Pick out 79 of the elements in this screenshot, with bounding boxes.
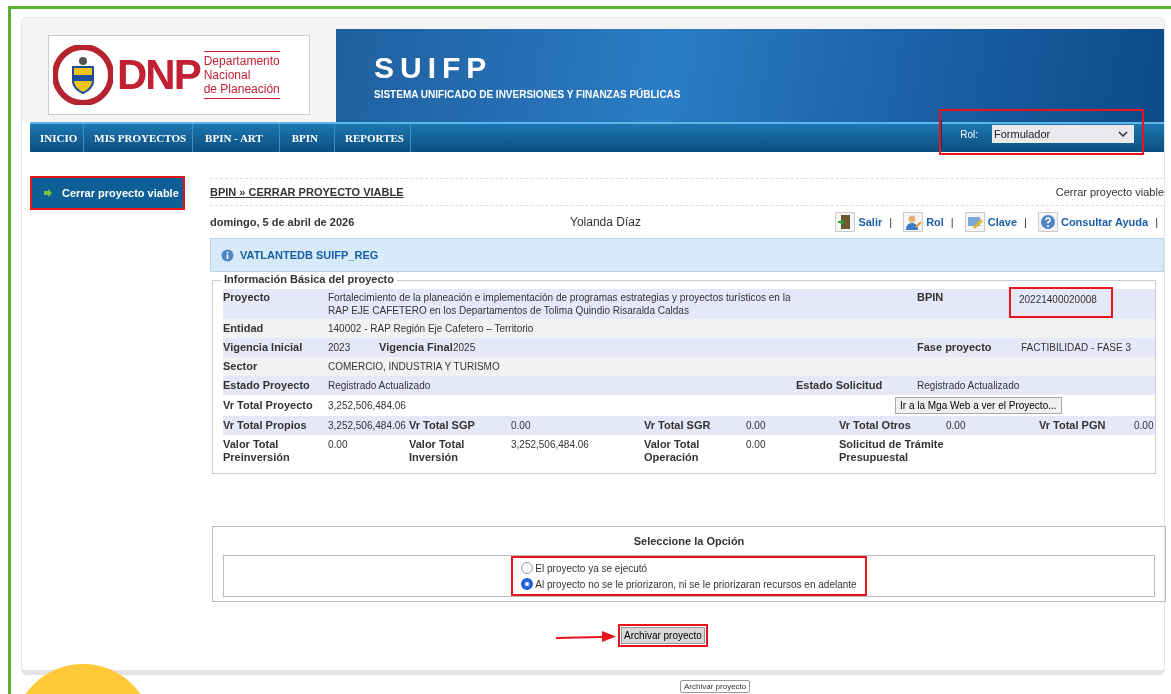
- options-title: Seleccione la Opción: [632, 535, 746, 547]
- field-value: Registrado Actualizado: [328, 379, 432, 392]
- field-value: 2023: [328, 341, 352, 354]
- field-value: FACTIBILIDAD - FASE 3: [1021, 341, 1133, 354]
- role-label: Rol:: [960, 128, 978, 140]
- field-label: Estado Solicitud: [796, 379, 884, 392]
- info-icon: [221, 248, 234, 262]
- field-label: Vr Total Otros: [839, 419, 912, 432]
- field-value: 3,252,506,484.06: [328, 399, 407, 412]
- separator-text: |: [1024, 216, 1027, 228]
- field-label: Valor Total Operación: [644, 438, 701, 464]
- field-value: COMERCIO, INDUSTRIA Y TURISMO: [328, 360, 501, 373]
- field-value: 2025: [453, 341, 477, 354]
- panel-legend: Información Básica del proyecto: [221, 273, 397, 285]
- field-label: Solicitud de Trámite Presupuestal: [839, 438, 945, 464]
- mga-button[interactable]: Ir a la Mga Web a ver el Proyecto...: [895, 397, 1062, 414]
- separator-text: |: [889, 216, 893, 228]
- archive-button[interactable]: Archivar proyecto: [621, 627, 705, 644]
- field-label: Vr Total SGP: [409, 419, 476, 432]
- breadcrumb-link[interactable]: BPIN » CERRAR PROYECTO VIABLE: [210, 186, 404, 198]
- field-label: Entidad: [223, 322, 265, 335]
- field-label: Valor Total Preinversión: [223, 438, 291, 464]
- date-text: domingo, 5 de abril de 2026: [210, 216, 356, 228]
- header-link[interactable]: Salir: [835, 212, 883, 232]
- field-value: 3,252,506,484.06: [511, 438, 590, 451]
- field-value: 140002 - RAP Región Eje Cafetero – Territorio: [328, 322, 535, 335]
- caret-icon: [1118, 131, 1128, 137]
- nav-link[interactable]: BPIN - ART: [193, 124, 280, 152]
- field-label: Valor Total Inversión: [409, 438, 466, 464]
- field-label: Vigencia Final: [379, 341, 453, 354]
- field-label: Sector: [223, 360, 259, 373]
- help-icon: [1037, 212, 1058, 232]
- banner-title: SUIFP: [374, 51, 494, 85]
- arrow-icon: [44, 189, 52, 197]
- nav-link[interactable]: MIS PROYECTOS: [84, 124, 194, 152]
- nav-link[interactable]: REPORTES: [335, 124, 411, 152]
- radio-button[interactable]: [521, 578, 534, 590]
- door-icon: [835, 212, 856, 232]
- field-value: 0.00: [746, 438, 767, 451]
- page-title: Cerrar proyecto viable: [1055, 186, 1164, 198]
- banner-subtitle: SISTEMA UNIFICADO DE INVERSIONES Y FINANZAS PÚBLICAS: [374, 89, 682, 100]
- field-label: Vr Total PGN: [1039, 419, 1107, 432]
- info-banner: VATLANTEDB SUIFP_REG: [210, 238, 1164, 272]
- logo-name: Departamento Nacional de Planeación: [203, 51, 280, 99]
- field-value: 0.00: [511, 419, 532, 432]
- field-value: 0.00: [328, 438, 349, 451]
- field-label: BPIN: [917, 291, 945, 304]
- option-label[interactable]: El proyecto ya se ejecutó: [535, 562, 648, 574]
- field-label: Proyecto: [223, 291, 272, 304]
- header-link[interactable]: Clave: [964, 212, 1018, 232]
- field-label: Vigencia Inicial: [223, 341, 304, 354]
- nav-link[interactable]: INICIO: [30, 124, 85, 152]
- person-icon: [903, 212, 924, 232]
- field-label: Vr Total Propios: [223, 419, 308, 432]
- option-label[interactable]: Al proyecto no se le priorizaron, ni se le priorizaran recursos en adelante: [535, 578, 857, 590]
- role-select[interactable]: Formulador: [992, 125, 1134, 143]
- field-label: Vr Total SGR: [644, 419, 712, 432]
- tooltip: Archivar proyecto: [680, 680, 751, 693]
- user-name: Yolanda Díaz: [570, 215, 642, 229]
- field-value: 20221400020008: [1019, 293, 1095, 306]
- nav-link[interactable]: BPIN: [279, 124, 336, 152]
- field-value: Registrado Actualizado: [917, 379, 1021, 392]
- seal-icon: [53, 45, 113, 105]
- separator-text: |: [950, 216, 954, 228]
- header-link[interactable]: Consultar Ayuda: [1037, 212, 1149, 232]
- field-value: 0.00: [1134, 419, 1155, 432]
- field-label: Vr Total Proyecto: [223, 399, 314, 412]
- separator-text: |: [1155, 216, 1158, 228]
- field-value: 0.00: [746, 419, 767, 432]
- sidebar-item[interactable]: Cerrar proyecto viable: [32, 178, 183, 208]
- radio-button[interactable]: [521, 562, 534, 574]
- logo-acronym: DNP: [117, 51, 200, 99]
- field-value: 3,252,506,484.06: [328, 419, 407, 432]
- card-pen-icon: [964, 212, 985, 232]
- field-value: Fortalecimiento de la planeación e implementación de programas estrategias y proyectos turísticos en la RAP EJE CAFETERO en los Departamentos de Tolima Quindio Risaralda Caldas: [328, 291, 792, 317]
- field-value: 0.00: [946, 419, 967, 432]
- header-link[interactable]: Rol: [903, 212, 944, 232]
- field-label: Estado Proyecto: [223, 379, 311, 392]
- field-label: Fase proyecto: [917, 341, 993, 354]
